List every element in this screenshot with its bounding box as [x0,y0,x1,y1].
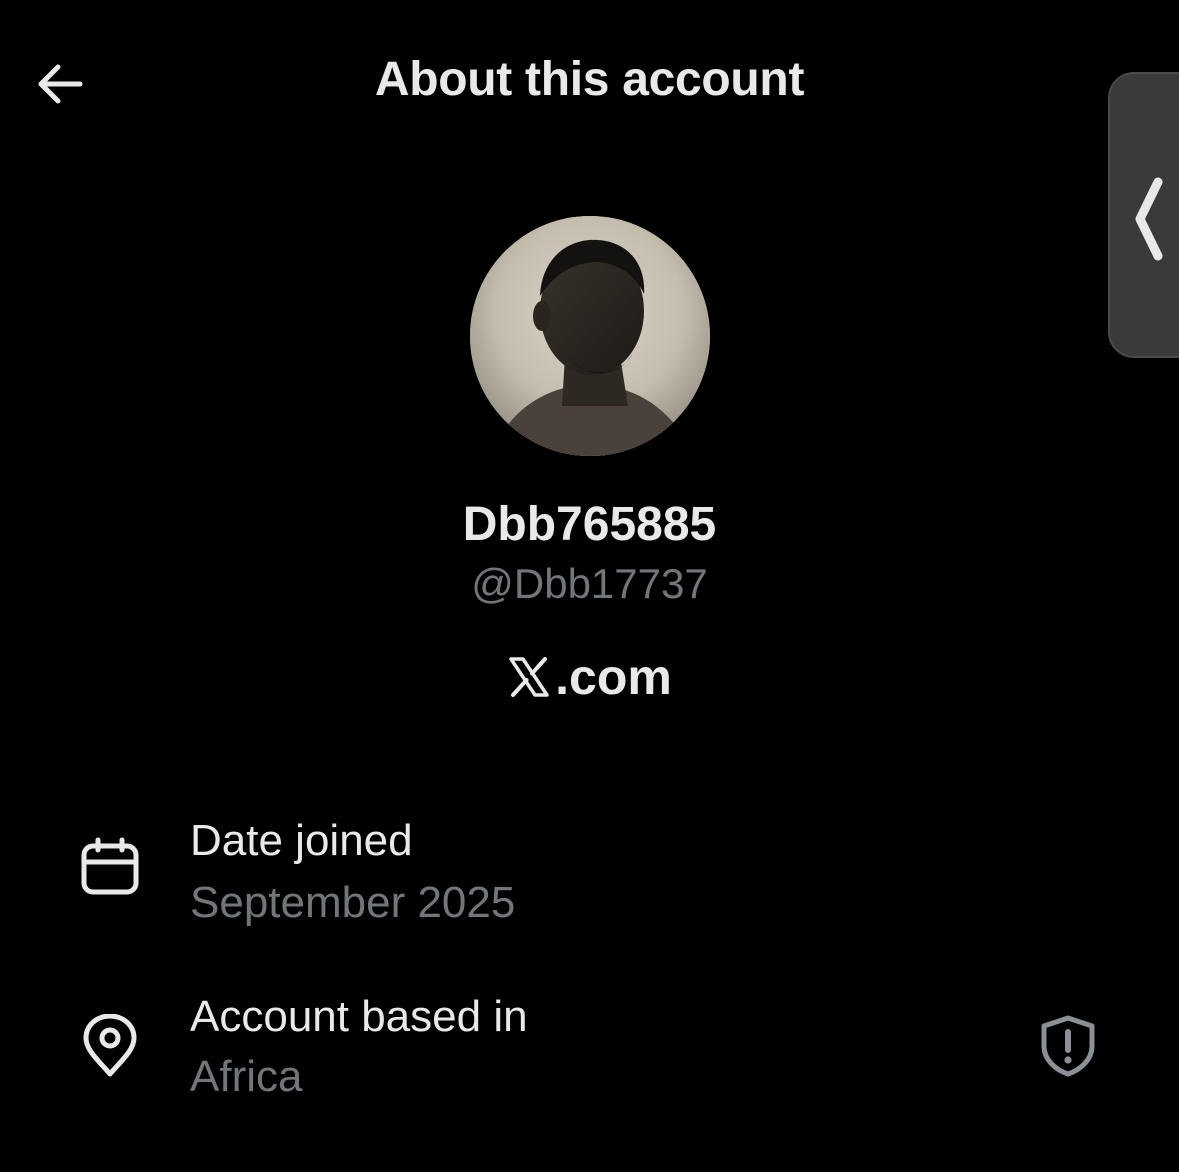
display-name: Dbb765885 [462,498,717,551]
avatar-portrait [470,216,710,456]
date-joined-row: Date joined September 2025 [0,816,1179,936]
site-link[interactable]: .com [0,648,1179,706]
site-label: .com [555,649,672,705]
account-based-in-label: Account based in [190,992,528,1041]
user-handle: @Dbb17737 [471,560,708,607]
account-based-in-value: Africa [190,1052,303,1101]
date-joined-value: September 2025 [190,878,516,927]
x-logo-icon [509,657,549,697]
shield-alert-icon[interactable] [1036,1014,1100,1078]
account-based-in-row: Account based in Africa [0,992,1179,1112]
chevron-left-icon [1135,177,1163,261]
page-title: About this account [374,53,805,106]
date-joined-label: Date joined [190,816,413,865]
avatar[interactable] [470,216,710,456]
side-panel-handle[interactable] [1108,72,1179,358]
top-bar: About this account [0,0,1179,170]
calendar-icon [81,837,139,895]
location-pin-icon [83,1014,137,1077]
